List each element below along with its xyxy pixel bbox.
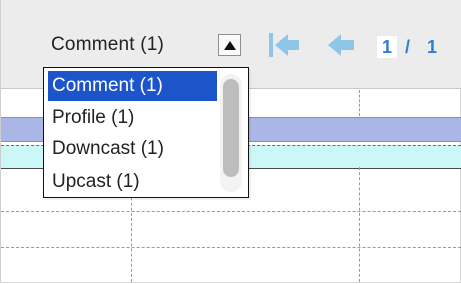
- grid-line: [359, 90, 360, 116]
- dropdown-option-comment[interactable]: Comment (1): [48, 71, 217, 101]
- dropdown-scrollbar-thumb[interactable]: [223, 79, 239, 177]
- chevron-up-icon: [223, 40, 236, 50]
- first-page-icon[interactable]: [266, 30, 302, 60]
- dropdown-option-downcast[interactable]: Downcast (1): [48, 134, 217, 164]
- previous-page-icon[interactable]: [326, 30, 356, 60]
- filter-dropdown-list[interactable]: Comment (1) Profile (1) Downcast (1) Upc…: [43, 67, 249, 198]
- dropdown-option-profile[interactable]: Profile (1): [48, 103, 217, 133]
- filter-select-value[interactable]: Comment (1): [51, 34, 164, 56]
- dropdown-option-upcast[interactable]: Upcast (1): [48, 167, 217, 197]
- page-separator: /: [405, 37, 411, 57]
- grid-line: [1, 211, 461, 212]
- grid-line: [359, 167, 360, 282]
- grid-line: [1, 247, 461, 248]
- filter-select-button[interactable]: [218, 34, 241, 56]
- total-pages: 1: [427, 37, 438, 57]
- current-page-field[interactable]: 1: [377, 36, 397, 58]
